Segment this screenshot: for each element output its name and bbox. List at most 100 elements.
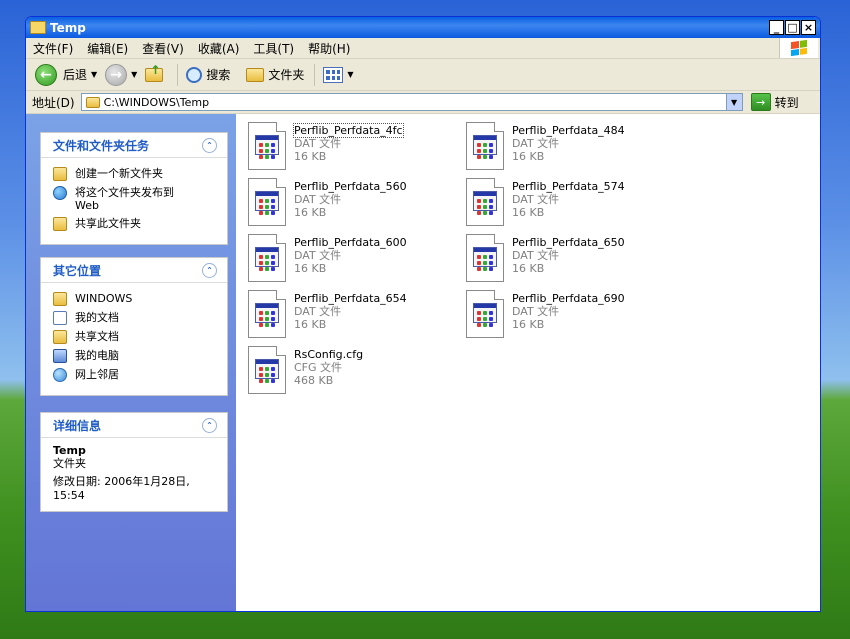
- file-item[interactable]: Perflib_Perfdata_4fc DAT 文件 16 KB: [248, 122, 458, 174]
- address-input[interactable]: C:\WINDOWS\Temp ▼: [80, 93, 743, 111]
- file-type: DAT 文件: [294, 249, 342, 262]
- place-network[interactable]: 网上邻居: [53, 368, 217, 382]
- details-time: 15:54: [53, 489, 85, 502]
- new-folder-icon: [53, 167, 67, 181]
- file-item[interactable]: RsConfig.cfg CFG 文件 468 KB: [248, 346, 458, 398]
- file-item[interactable]: Perflib_Perfdata_574 DAT 文件 16 KB: [466, 178, 676, 230]
- file-tasks-panel: 文件和文件夹任务 ⌃ 创建一个新文件夹 将这个文件夹发布到 Web 共享此文件夹: [40, 132, 228, 245]
- file-icon: [466, 234, 504, 282]
- my-documents-icon: [53, 311, 67, 325]
- address-path[interactable]: C:\WINDOWS\Temp: [104, 96, 726, 109]
- details-header[interactable]: 详细信息 ⌃: [41, 413, 227, 438]
- file-tasks-header[interactable]: 文件和文件夹任务 ⌃: [41, 133, 227, 158]
- other-places-header[interactable]: 其它位置 ⌃: [41, 258, 227, 283]
- file-size: 16 KB: [294, 150, 327, 163]
- file-type: DAT 文件: [512, 193, 560, 206]
- file-item[interactable]: Perflib_Perfdata_600 DAT 文件 16 KB: [248, 234, 458, 286]
- place-my-documents[interactable]: 我的文档: [53, 311, 217, 325]
- collapse-icon[interactable]: ⌃: [202, 417, 217, 433]
- back-arrow-icon: ←: [35, 63, 57, 86]
- file-icon: [248, 178, 286, 226]
- collapse-icon[interactable]: ⌃: [202, 262, 217, 278]
- file-name: Perflib_Perfdata_650: [512, 236, 625, 249]
- file-name: Perflib_Perfdata_600: [294, 236, 407, 249]
- file-name: Perflib_Perfdata_690: [512, 292, 625, 305]
- place-label: 我的文档: [75, 311, 119, 324]
- address-folder-icon: [85, 96, 100, 108]
- go-label: 转到: [774, 95, 799, 110]
- share-folder-icon: [53, 217, 67, 231]
- forward-dropdown-icon[interactable]: ▼: [131, 70, 137, 79]
- address-dropdown-icon[interactable]: ▼: [725, 94, 742, 110]
- address-label: 地址(D): [32, 95, 75, 110]
- views-dropdown-icon[interactable]: ▼: [347, 70, 353, 79]
- file-size: 16 KB: [512, 262, 545, 275]
- task-label: 将这个文件夹发布到: [75, 186, 174, 199]
- back-dropdown-icon[interactable]: ▼: [91, 70, 97, 79]
- go-button[interactable]: → 转到: [750, 93, 799, 111]
- file-size: 16 KB: [512, 318, 545, 331]
- shared-documents-icon: [53, 330, 67, 344]
- file-item[interactable]: Perflib_Perfdata_654 DAT 文件 16 KB: [248, 290, 458, 342]
- up-folder-icon: ↑: [145, 63, 164, 82]
- explorer-window: Temp _ □ × 文件(F) 编辑(E) 查看(V) 收藏(A) 工具(T)…: [25, 16, 821, 612]
- menu-favorites[interactable]: 收藏(A): [191, 40, 247, 57]
- menu-help[interactable]: 帮助(H): [301, 40, 357, 57]
- menu-edit[interactable]: 编辑(E): [80, 40, 135, 57]
- place-shared-documents[interactable]: 共享文档: [53, 330, 217, 344]
- file-tasks-title: 文件和文件夹任务: [53, 138, 150, 153]
- task-pane: 文件和文件夹任务 ⌃ 创建一个新文件夹 将这个文件夹发布到 Web 共享此文件夹…: [26, 114, 236, 611]
- file-size: 16 KB: [294, 318, 327, 331]
- folders-label: 文件夹: [268, 68, 305, 82]
- search-label: 搜索: [206, 68, 231, 82]
- back-label: 后退: [63, 68, 88, 82]
- place-label: 我的电脑: [75, 349, 119, 362]
- back-button[interactable]: ← 后退 ▼: [32, 62, 100, 88]
- menu-view[interactable]: 查看(V): [135, 40, 191, 57]
- file-size: 468 KB: [294, 374, 334, 387]
- minimize-button[interactable]: _: [769, 20, 784, 35]
- toolbar: ← 后退 ▼ → ▼ ↑ 搜索 文件夹 ▼: [26, 59, 820, 91]
- file-type: DAT 文件: [294, 193, 342, 206]
- search-icon: [186, 66, 203, 83]
- title-bar[interactable]: Temp _ □ ×: [26, 17, 820, 38]
- file-type: DAT 文件: [512, 305, 560, 318]
- file-type: DAT 文件: [512, 249, 560, 262]
- place-label: WINDOWS: [75, 292, 133, 305]
- file-name: Perflib_Perfdata_4fc: [293, 123, 404, 138]
- place-my-computer[interactable]: 我的电脑: [53, 349, 217, 363]
- details-type: 文件夹: [53, 457, 86, 470]
- file-icon: [248, 346, 286, 394]
- menu-file[interactable]: 文件(F): [26, 40, 80, 57]
- file-item[interactable]: Perflib_Perfdata_650 DAT 文件 16 KB: [466, 234, 676, 286]
- task-share-folder[interactable]: 共享此文件夹: [53, 217, 217, 231]
- place-label: 共享文档: [75, 330, 119, 343]
- folders-button[interactable]: 文件夹: [243, 62, 307, 88]
- folder-icon: [30, 21, 46, 34]
- menu-tools[interactable]: 工具(T): [246, 40, 301, 57]
- maximize-button[interactable]: □: [785, 20, 800, 35]
- my-computer-icon: [53, 349, 67, 363]
- file-size: 16 KB: [294, 206, 327, 219]
- views-button[interactable]: ▼: [320, 62, 356, 88]
- content-area: 文件和文件夹任务 ⌃ 创建一个新文件夹 将这个文件夹发布到 Web 共享此文件夹…: [26, 114, 820, 611]
- views-icon: [323, 66, 344, 83]
- menu-bar: 文件(F) 编辑(E) 查看(V) 收藏(A) 工具(T) 帮助(H): [26, 38, 820, 59]
- place-windows[interactable]: WINDOWS: [53, 292, 217, 306]
- details-body: Temp 文件夹 修改日期: 2006年1月28日, 15:54: [41, 438, 227, 511]
- file-icon: [466, 290, 504, 338]
- window-title: Temp: [50, 20, 86, 35]
- search-button[interactable]: 搜索: [183, 62, 233, 88]
- file-icon: [248, 122, 286, 170]
- file-item[interactable]: Perflib_Perfdata_484 DAT 文件 16 KB: [466, 122, 676, 174]
- task-publish-web[interactable]: 将这个文件夹发布到 Web: [53, 186, 217, 212]
- file-item[interactable]: Perflib_Perfdata_690 DAT 文件 16 KB: [466, 290, 676, 342]
- up-folder-button[interactable]: ↑: [142, 62, 170, 88]
- forward-button[interactable]: → ▼: [102, 62, 140, 88]
- file-item[interactable]: Perflib_Perfdata_560 DAT 文件 16 KB: [248, 178, 458, 230]
- task-label: 共享此文件夹: [75, 217, 141, 230]
- close-button[interactable]: ×: [801, 20, 816, 35]
- collapse-icon[interactable]: ⌃: [202, 137, 217, 153]
- task-new-folder[interactable]: 创建一个新文件夹: [53, 167, 217, 181]
- publish-web-icon: [53, 186, 67, 200]
